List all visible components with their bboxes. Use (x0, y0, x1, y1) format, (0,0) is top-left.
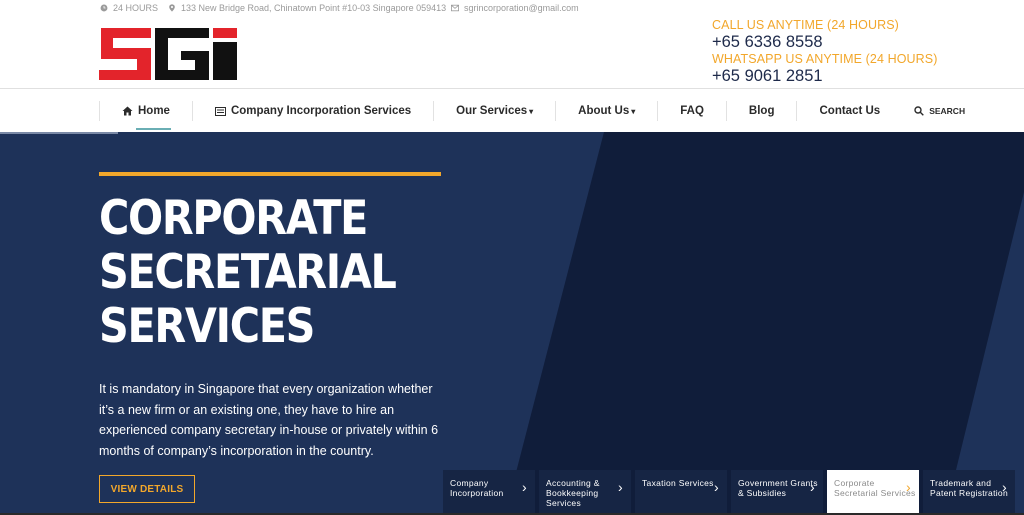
chevron-right-icon: › (810, 479, 815, 495)
call-number[interactable]: +65 6336 8558 (712, 33, 938, 51)
call-label: CALL US ANYTIME (24 HOURS) (712, 18, 899, 32)
view-details-button[interactable]: VIEW DETAILS (99, 475, 195, 503)
tab-corporate-secretarial[interactable]: Corporate Secretarial Services › (827, 470, 919, 515)
hero-accent-bar (99, 172, 441, 176)
nav-contact-us[interactable]: Contact Us (796, 101, 902, 121)
nav-faq-label: FAQ (680, 105, 704, 117)
chevron-right-icon: › (1002, 479, 1007, 495)
tab-government-grants[interactable]: Government Grants & Subsidies › (731, 470, 823, 515)
nav-incorporation-label: Company Incorporation Services (230, 105, 412, 117)
service-tabs: Company Incorporation › Accounting & Boo… (443, 470, 1015, 515)
main-nav: Home Company Incorporation Services Our … (0, 88, 1024, 132)
nav-home-label: Home (138, 105, 170, 117)
email-info[interactable]: sgrincorporation@gmail.com (451, 3, 579, 13)
nav-about-us[interactable]: About Us ▾ (555, 101, 657, 121)
tab-accounting-bookkeeping[interactable]: Accounting & Bookkeeping Services › (539, 470, 631, 515)
tab-taxation-services[interactable]: Taxation Services › (635, 470, 727, 515)
chevron-right-icon: › (714, 479, 719, 495)
nav-home[interactable]: Home (99, 101, 192, 130)
email-text[interactable]: sgrincorporation@gmail.com (464, 3, 579, 13)
address-text: 133 New Bridge Road, Chinatown Point #10… (181, 3, 447, 13)
hero-title-line2: SECRETARIAL (99, 245, 397, 300)
tab-label: Accounting & Bookkeeping Services (546, 478, 600, 508)
nav-our-services[interactable]: Our Services ▾ (433, 101, 555, 121)
hero-title-line3: SERVICES (99, 299, 315, 354)
tab-label: Government Grants & Subsidies (738, 478, 818, 498)
hero-section: CORPORATE SECRETARIAL SERVICES It is man… (0, 132, 1024, 515)
nav-contact-us-label: Contact Us (819, 105, 881, 117)
hours-text: 24 HOURS (113, 3, 159, 13)
nav-blog[interactable]: Blog (725, 101, 797, 121)
tab-label: Corporate Secretarial Services (834, 478, 916, 498)
top-info-bar: 24 HOURS 133 New Bridge Road, Chinatown … (0, 0, 1024, 18)
site-header: CALL US ANYTIME (24 HOURS) +65 6336 8558… (0, 18, 1024, 88)
whatsapp-label: WHATSAPP US ANYTIME (24 HOURS) (712, 52, 938, 66)
nav-our-services-label: Our Services (456, 105, 528, 117)
tab-trademark-patent[interactable]: Trademark and Patent Registration › (923, 470, 1015, 515)
list-icon (214, 106, 226, 116)
chevron-right-icon: › (522, 479, 527, 495)
nav-incorporation[interactable]: Company Incorporation Services (191, 101, 433, 121)
chevron-right-icon: › (618, 479, 623, 495)
nav-search-label: SEARCH (929, 106, 966, 116)
chevron-right-icon: › (906, 479, 911, 495)
clock-icon (100, 4, 108, 12)
tab-company-incorporation[interactable]: Company Incorporation › (443, 470, 535, 515)
nav-faq[interactable]: FAQ (657, 101, 726, 121)
whatsapp-number[interactable]: +65 9061 2851 (712, 67, 938, 85)
nav-about-us-label: About Us (578, 105, 630, 117)
location-pin-icon (169, 4, 175, 12)
nav-blog-label: Blog (748, 105, 775, 117)
hero-title-line1: CORPORATE (99, 191, 368, 246)
hero-top-line (0, 132, 118, 134)
hours-info: 24 HOURS (100, 3, 158, 13)
envelope-icon (451, 4, 459, 12)
home-icon (122, 106, 133, 116)
chevron-down-icon: ▾ (529, 106, 534, 116)
hero-description: It is mandatory in Singapore that every … (99, 382, 439, 458)
address-info: 133 New Bridge Road, Chinatown Point #10… (168, 3, 446, 13)
contact-block: CALL US ANYTIME (24 HOURS) +65 6336 8558… (712, 18, 938, 86)
hero-title: CORPORATE SECRETARIAL SERVICES (99, 192, 416, 354)
sgi-logo[interactable] (99, 28, 237, 80)
search-icon (914, 106, 924, 116)
tab-label: Company Incorporation (450, 478, 504, 498)
tab-label: Trademark and Patent Registration (930, 478, 1008, 498)
tab-label: Taxation Services (642, 478, 714, 488)
nav-search[interactable]: SEARCH (914, 101, 965, 121)
chevron-down-icon: ▾ (631, 106, 636, 116)
